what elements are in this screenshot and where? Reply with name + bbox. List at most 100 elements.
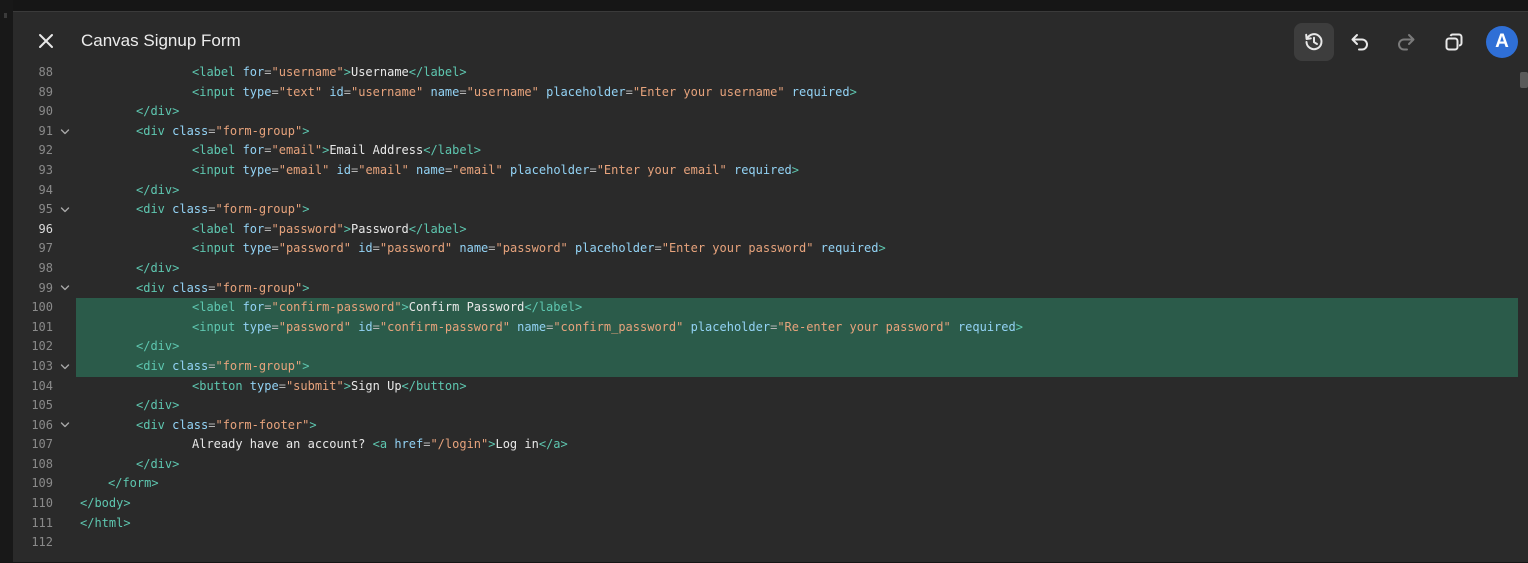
- scrollbar-thumb[interactable]: [1520, 72, 1528, 88]
- code-token: class: [172, 280, 209, 295]
- fold-toggle[interactable]: [59, 279, 71, 299]
- code-token: =: [264, 65, 272, 79]
- code-line[interactable]: 97 <input type="password" id="password" n…: [13, 239, 1518, 259]
- history-button[interactable]: [1294, 23, 1334, 61]
- fold-toggle[interactable]: [59, 357, 71, 377]
- code-line[interactable]: 107 Already have an account? <a href="/lo…: [13, 435, 1518, 455]
- code-text: <button type="submit">Sign Up</button>: [192, 377, 467, 397]
- code-line[interactable]: 102 </div>: [13, 337, 1518, 357]
- code-text: </div>: [136, 181, 179, 201]
- code-line[interactable]: 104 <button type="submit">Sign Up</button…: [13, 377, 1518, 397]
- line-number: 104: [31, 378, 53, 393]
- code-token: Already have an account?: [192, 437, 373, 452]
- line-number: 107: [31, 437, 53, 452]
- code-text: <div class="form-group">: [136, 357, 309, 377]
- code-token: href: [394, 437, 424, 452]
- history-icon: [1305, 33, 1323, 51]
- code-line[interactable]: 90 </div>: [13, 102, 1518, 122]
- fold-toggle[interactable]: [59, 416, 71, 436]
- code-line[interactable]: 96 <label for="password">Password</label>: [13, 220, 1518, 240]
- avatar[interactable]: A: [1486, 26, 1518, 58]
- code-token: <label: [192, 221, 243, 236]
- code-token: "confirm-password": [379, 319, 510, 334]
- code-line[interactable]: 88 <label for="username">Username</label>: [13, 63, 1518, 83]
- code-line[interactable]: 105 </div>: [13, 396, 1518, 416]
- chevron-down-icon: [60, 285, 70, 291]
- line-number: 112: [31, 535, 53, 550]
- close-icon: [39, 34, 53, 48]
- code-line[interactable]: 94 </div>: [13, 181, 1518, 201]
- code-token: placeholder: [546, 84, 626, 99]
- code-line[interactable]: 110 </body>: [13, 494, 1518, 514]
- canvas-header: Canvas Signup Form A: [13, 12, 1528, 68]
- code-token: name: [459, 241, 489, 256]
- code-token: id: [329, 84, 344, 99]
- code-token: class: [172, 358, 209, 373]
- code-token: "Enter your email": [596, 162, 727, 177]
- code-token: type: [242, 84, 272, 99]
- code-line[interactable]: 103 <div class="form-group">: [13, 356, 1518, 377]
- code-token: "Enter your username": [632, 84, 785, 99]
- code-line[interactable]: 111 </html>: [13, 514, 1518, 534]
- code-token: =: [278, 378, 286, 393]
- code-token: </label>: [408, 65, 467, 79]
- code-token: =: [271, 84, 279, 99]
- code-token: >: [302, 358, 310, 373]
- line-number: 105: [31, 398, 53, 413]
- code-line[interactable]: 92 <label for="email">Email Address</labe…: [13, 141, 1518, 161]
- code-line[interactable]: 112: [13, 533, 1518, 553]
- code-line[interactable]: 98 </div>: [13, 259, 1518, 279]
- fold-toggle[interactable]: [59, 122, 71, 142]
- code-token: >: [401, 300, 409, 315]
- window-left-strip: [0, 0, 13, 562]
- code-line[interactable]: 89 <input type="text" id="username" name=…: [13, 83, 1518, 103]
- code-token: >: [309, 417, 317, 432]
- code-token: Sign Up: [350, 378, 402, 393]
- redo-button[interactable]: [1386, 23, 1426, 61]
- code-text: </body>: [80, 494, 131, 514]
- code-line[interactable]: 91 <div class="form-group">: [13, 122, 1518, 142]
- code-text: </html>: [80, 514, 131, 534]
- code-line[interactable]: 106 <div class="form-footer">: [13, 416, 1518, 436]
- code-token: "form-group": [215, 358, 303, 373]
- code-token: >: [302, 123, 310, 138]
- code-text: <div class="form-group">: [136, 122, 309, 142]
- code-token: "password": [379, 241, 453, 256]
- fold-toggle[interactable]: [59, 200, 71, 220]
- code-token: placeholder: [575, 241, 655, 256]
- code-line[interactable]: 95 <div class="form-group">: [13, 200, 1518, 220]
- code-editor[interactable]: 88 <label for="username">Username</label>…: [13, 63, 1518, 563]
- code-line[interactable]: 108 </div>: [13, 455, 1518, 475]
- code-token: placeholder: [509, 162, 590, 177]
- code-token: </div>: [136, 182, 180, 197]
- code-text: <div class="form-group">: [136, 279, 309, 299]
- code-text: <input type="password" id="password" nam…: [192, 239, 886, 259]
- code-text: </div>: [136, 259, 179, 279]
- code-line[interactable]: 93 <input type="email" id="email" name="e…: [13, 161, 1518, 181]
- copy-icon: [1445, 33, 1463, 51]
- code-line[interactable]: 99 <div class="form-group">: [13, 279, 1518, 299]
- undo-button[interactable]: [1340, 23, 1380, 61]
- code-token: >: [791, 162, 800, 177]
- code-token: for: [242, 300, 265, 315]
- code-token: for: [242, 221, 265, 236]
- code-token: "username": [466, 84, 539, 99]
- code-token: for: [242, 143, 265, 158]
- code-token: "password": [271, 221, 344, 236]
- code-line[interactable]: 101 <input type="password" id="confirm-pa…: [13, 317, 1518, 338]
- code-token: <div: [136, 123, 173, 138]
- line-number: 98: [38, 260, 53, 275]
- code-line[interactable]: 100 <label for="confirm-password">Confirm…: [13, 298, 1518, 318]
- copy-button[interactable]: [1434, 23, 1474, 61]
- chevron-down-icon: [60, 128, 70, 134]
- code-token: =: [654, 241, 662, 256]
- code-token: required: [957, 319, 1016, 334]
- code-token: id: [358, 241, 373, 256]
- code-line[interactable]: 109 </form>: [13, 474, 1518, 494]
- code-token: </button>: [401, 378, 467, 393]
- close-button[interactable]: [31, 26, 61, 56]
